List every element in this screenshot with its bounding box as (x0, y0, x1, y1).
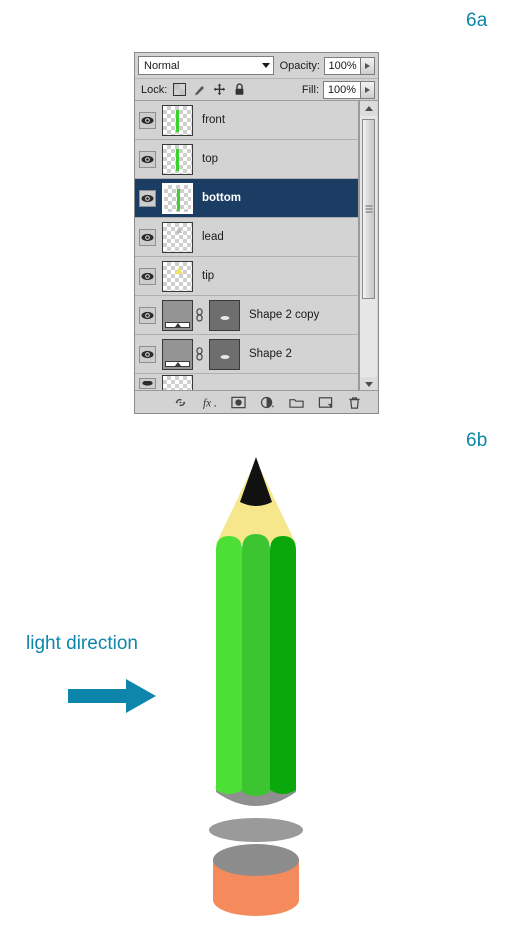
layer-mask-link[interactable] (193, 347, 206, 361)
layer-visibility-toggle[interactable] (135, 267, 159, 285)
layer-name: bottom (202, 192, 241, 204)
layer-name: lead (202, 231, 224, 243)
layer-row[interactable]: Shape 2 copy (135, 296, 358, 335)
lock-position-icon[interactable] (213, 83, 226, 96)
layers-panel: Normal Opacity: 100% Lock: Fill: 100% fr… (134, 52, 379, 414)
layer-visibility-toggle[interactable] (135, 189, 159, 207)
eye-icon (141, 233, 153, 241)
barrel-facet-right (270, 536, 296, 794)
opacity-label: Opacity: (279, 59, 320, 72)
eye-icon (141, 155, 153, 163)
link-chain-icon (196, 308, 203, 322)
layer-name: Shape 2 (249, 348, 292, 360)
adjustment-layer-icon[interactable] (260, 395, 275, 410)
layer-visibility-toggle[interactable] (135, 345, 159, 363)
fill-label: Fill: (301, 83, 319, 96)
lock-icon-group (173, 83, 246, 96)
layer-name: top (202, 153, 218, 165)
layer-thumbnail[interactable] (162, 338, 193, 370)
layer-row[interactable]: front (135, 101, 358, 140)
fill-input[interactable]: 100% (323, 80, 361, 99)
layer-thumbnail[interactable] (162, 299, 193, 331)
layer-visibility-toggle[interactable] (135, 228, 159, 246)
layers-panel-toolbar: fx (135, 390, 378, 413)
layer-thumbnail[interactable] (162, 143, 193, 175)
layer-mask-thumbnail[interactable] (209, 299, 240, 331)
layer-name: tip (202, 270, 215, 282)
layer-style-fx-icon[interactable]: fx (202, 395, 217, 410)
delete-layer-icon[interactable] (347, 395, 362, 410)
lock-all-icon[interactable] (233, 83, 246, 96)
layer-name: front (202, 114, 226, 126)
chevron-right-icon (365, 62, 371, 69)
opacity-input[interactable]: 100% (323, 56, 362, 75)
layer-mask-thumbnail[interactable] (209, 338, 240, 370)
layer-visibility-toggle[interactable] (135, 377, 159, 389)
link-layers-icon[interactable] (173, 395, 188, 410)
eye-icon (141, 311, 153, 319)
svg-text:fx: fx (203, 397, 211, 409)
add-layer-mask-icon[interactable] (231, 395, 246, 410)
figure-label-6a: 6a (466, 10, 488, 31)
chevron-down-icon (261, 63, 270, 68)
new-group-icon[interactable] (289, 395, 304, 410)
blend-mode-value: Normal (144, 59, 180, 72)
barrel-facet-center (242, 534, 270, 796)
chevron-right-icon (365, 86, 370, 93)
light-direction-label: light direction (26, 633, 138, 654)
blend-mode-select[interactable]: Normal (138, 56, 274, 75)
eye-icon (141, 380, 153, 386)
lock-image-pixels-icon[interactable] (193, 83, 206, 96)
layer-name: Shape 2 copy (249, 309, 320, 321)
lock-transparency-icon[interactable] (173, 83, 187, 96)
link-chain-icon (196, 347, 203, 361)
barrel-drop-shadow (209, 818, 303, 842)
layer-row-selected[interactable]: bottom (135, 179, 358, 218)
layer-list-scrollbar[interactable] (359, 101, 377, 392)
layer-visibility-toggle[interactable] (135, 306, 159, 324)
layer-row[interactable]: top (135, 140, 358, 179)
eye-icon (141, 350, 153, 358)
arrow-right-icon (68, 679, 156, 713)
layer-thumbnail[interactable] (162, 182, 193, 214)
layer-thumbnail[interactable] (162, 221, 193, 253)
layer-row[interactable]: lead (135, 218, 358, 257)
triangle-up-icon (364, 106, 373, 111)
lock-row: Lock: Fill: 100% (135, 79, 378, 101)
layer-list: front top bottom lead tip Shape 2 copy S… (135, 101, 359, 392)
lock-label: Lock: (141, 83, 168, 96)
eye-icon (141, 194, 153, 202)
layer-thumbnail[interactable] (162, 104, 193, 136)
fill-stepper-button[interactable] (361, 80, 375, 99)
layer-thumbnail[interactable] (162, 260, 193, 292)
pencil-lead-tip (240, 457, 272, 506)
layer-row[interactable]: Shape 2 (135, 335, 358, 374)
blend-mode-row: Normal Opacity: 100% (135, 53, 378, 79)
triangle-down-icon (364, 382, 373, 387)
scroll-up-button[interactable] (360, 101, 377, 116)
barrel-facet-left (216, 536, 242, 794)
pencil-illustration: light direction (0, 440, 512, 923)
eye-icon (141, 272, 153, 280)
layer-row[interactable]: tip (135, 257, 358, 296)
eye-icon (141, 116, 153, 124)
scrollbar-grip-icon (365, 205, 372, 213)
scrollbar-thumb[interactable] (362, 119, 375, 299)
layer-visibility-toggle[interactable] (135, 150, 159, 168)
layer-visibility-toggle[interactable] (135, 111, 159, 129)
opacity-stepper-button[interactable] (361, 56, 375, 75)
layer-mask-link[interactable] (193, 308, 206, 322)
layer-list-container: front top bottom lead tip Shape 2 copy S… (135, 101, 378, 392)
cylinder-top-face (213, 844, 299, 876)
new-layer-icon[interactable] (318, 395, 333, 410)
